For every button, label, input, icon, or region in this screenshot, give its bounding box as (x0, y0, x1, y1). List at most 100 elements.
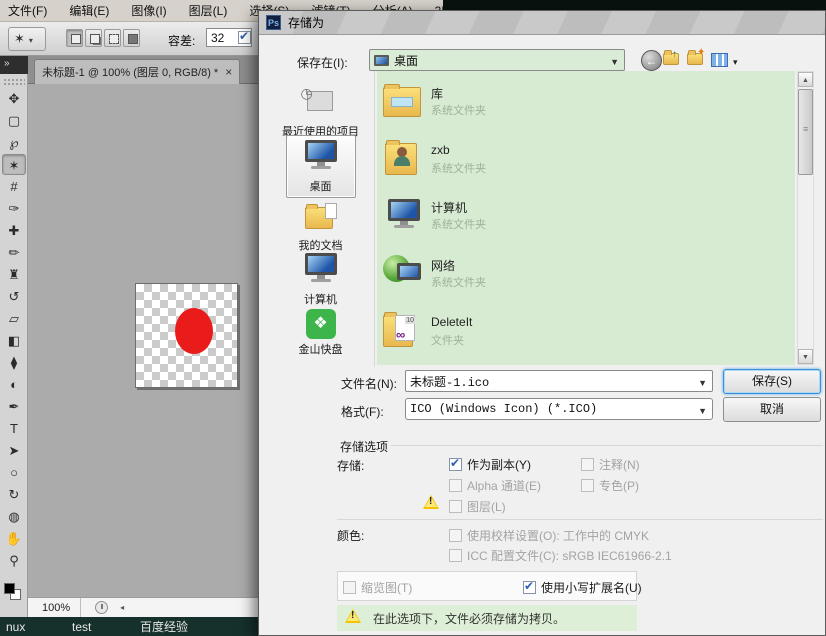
place-recent-items[interactable]: ◷ 最近使用的项目 (267, 85, 374, 139)
place-desktop[interactable]: 桌面 (267, 135, 374, 198)
tolerance-label: 容差: (168, 32, 195, 49)
view-menu-button[interactable]: ▾ (711, 53, 728, 67)
app-folder-icon: 10∞ (383, 311, 425, 353)
format-combobox[interactable]: ICO (Windows Icon) (*.ICO) ▼ (405, 398, 713, 420)
dialog-title: 存储为 (288, 14, 324, 31)
checkbox-icon (343, 581, 356, 594)
palette-collapse-icon[interactable] (0, 56, 28, 74)
save-button[interactable]: 保存(S) (723, 369, 821, 394)
foreground-color-swatch[interactable] (4, 583, 15, 594)
pen-tool[interactable]: ✒ (2, 396, 26, 417)
palette-grip[interactable] (3, 78, 25, 85)
taskbar-item-1[interactable]: nux (6, 620, 25, 634)
checkbox-icon (581, 479, 594, 492)
blur-tool[interactable]: ⧫ (2, 352, 26, 373)
checkbox-annotations: 注释(N) (581, 456, 640, 473)
crop-tool[interactable]: # (2, 176, 26, 197)
new-folder-button[interactable]: ✦ (687, 53, 703, 65)
file-list: 库 系统文件夹 zxb 系统文件夹 计算机 系统文件夹 (377, 71, 795, 365)
checkbox-lowercase-extension[interactable]: 使用小写扩展名(U) (523, 579, 642, 596)
chevron-down-icon[interactable]: ▼ (698, 378, 707, 388)
tool-palette: ✥ ▢ ℘ ✶ # ✑ ✚ ✏ ♜ ↺ ▱ ◧ ⧫ ◐ ✒ T ➤ ○ ↻ ◍ … (0, 56, 28, 617)
menu-edit[interactable]: 编辑(E) (69, 2, 109, 19)
status-expand-icon[interactable]: ◂ (120, 603, 124, 612)
checkbox-thumbnail: 缩览图(T) (343, 579, 412, 596)
history-brush-tool[interactable]: ↺ (2, 286, 26, 307)
intersect-selection-button[interactable] (123, 29, 140, 47)
brush-tool[interactable]: ✏ (2, 242, 26, 263)
add-selection-button[interactable] (85, 29, 102, 47)
document-tab[interactable]: 未标题-1 @ 100% (图层 0, RGB/8) * × (34, 59, 240, 84)
taskbar-item-2[interactable]: test (72, 620, 91, 634)
place-my-documents[interactable]: 我的文档 (267, 199, 374, 253)
scrollbar-thumb[interactable] (798, 89, 813, 175)
menu-image[interactable]: 图像(I) (131, 2, 166, 19)
document-tab-title: 未标题-1 @ 100% (图层 0, RGB/8) * (42, 64, 218, 80)
subtract-selection-button[interactable] (104, 29, 121, 47)
warning-triangle-icon (345, 609, 361, 623)
checkbox-icon[interactable] (523, 581, 536, 594)
file-row-deleteit[interactable]: 10∞ DeleteIt 文件夹 (377, 309, 795, 361)
scroll-down-icon[interactable]: ▼ (798, 349, 813, 364)
orbit-3d-tool[interactable]: ◍ (2, 506, 26, 527)
network-icon (383, 253, 425, 295)
checkbox-alpha-channels: Alpha 通道(E) (449, 477, 541, 494)
healing-brush-tool[interactable]: ✚ (2, 220, 26, 241)
type-tool[interactable]: T (2, 418, 26, 439)
canvas[interactable] (135, 283, 238, 388)
gradient-tool[interactable]: ◧ (2, 330, 26, 351)
place-kingsoft-drive[interactable]: ❖ 金山快盘 (267, 309, 374, 357)
zoom-tool[interactable]: ⚲ (2, 550, 26, 571)
chevron-down-icon: ▾ (733, 57, 738, 68)
hand-tool[interactable]: ✋ (2, 528, 26, 549)
zoom-level-field[interactable]: 100% (28, 598, 81, 617)
file-row-user[interactable]: zxb 系统文件夹 (377, 137, 795, 189)
cancel-button[interactable]: 取消 (723, 397, 821, 422)
menu-layer[interactable]: 图层(L) (189, 2, 228, 19)
store-label: 存储: (337, 457, 364, 474)
chevron-down-icon[interactable]: ▼ (610, 57, 619, 67)
file-row-network[interactable]: 网络 系统文件夹 (377, 251, 795, 303)
file-name-combobox[interactable]: 未标题-1.ico ▼ (405, 370, 713, 392)
my-documents-icon (301, 199, 341, 235)
magic-wand-tool[interactable]: ✶ (2, 154, 26, 175)
up-one-level-button[interactable]: ↑ (663, 53, 679, 65)
document-status-bar: 100% ◂ (28, 597, 258, 617)
chevron-down-icon[interactable]: ▼ (698, 406, 707, 416)
status-info-icon[interactable] (95, 601, 108, 614)
file-row-libraries[interactable]: 库 系统文件夹 (377, 79, 795, 131)
file-row-computer[interactable]: 计算机 系统文件夹 (377, 193, 795, 245)
taskbar-item-3[interactable]: 百度经验 (140, 618, 188, 635)
path-select-tool[interactable]: ➤ (2, 440, 26, 461)
format-value: ICO (Windows Icon) (*.ICO) (410, 402, 597, 416)
new-selection-button[interactable] (66, 29, 83, 47)
back-button[interactable]: ← (641, 50, 662, 71)
desktop-monitor-icon (301, 140, 341, 176)
lasso-tool[interactable]: ℘ (2, 132, 26, 153)
save-options-group-title: 存储选项 (337, 438, 391, 455)
dialog-title-bar[interactable]: Ps 存储为 (259, 11, 825, 35)
marquee-tool[interactable]: ▢ (2, 110, 26, 131)
shape-tool[interactable]: ○ (2, 462, 26, 483)
place-computer[interactable]: 计算机 (267, 253, 374, 307)
move-tool[interactable]: ✥ (2, 88, 26, 109)
warning-text: 在此选项下，文件必须存储为拷贝。 (373, 610, 565, 627)
computer-icon (301, 253, 341, 289)
checkbox-icon (449, 500, 462, 513)
magic-wand-preset-button[interactable]: ✶▾ (8, 27, 46, 51)
checkbox-layers: 图层(L) (449, 498, 506, 515)
save-in-combobox[interactable]: 桌面 ▼ (369, 49, 625, 71)
rotate-3d-tool[interactable]: ↻ (2, 484, 26, 505)
eyedropper-tool[interactable]: ✑ (2, 198, 26, 219)
eraser-tool[interactable]: ▱ (2, 308, 26, 329)
clone-stamp-tool[interactable]: ♜ (2, 264, 26, 285)
close-tab-icon[interactable]: × (225, 65, 232, 79)
checkbox-as-copy[interactable]: 作为副本(Y) (449, 456, 531, 473)
checkbox-icon[interactable] (449, 458, 462, 471)
menu-file[interactable]: 文件(F) (8, 2, 47, 19)
dodge-tool[interactable]: ◐ (2, 374, 26, 395)
anti-alias-checkbox[interactable] (238, 31, 251, 44)
scroll-up-icon[interactable]: ▲ (798, 72, 813, 87)
checkbox-icon (449, 479, 462, 492)
file-list-scrollbar[interactable]: ▲ ▼ (797, 71, 814, 365)
